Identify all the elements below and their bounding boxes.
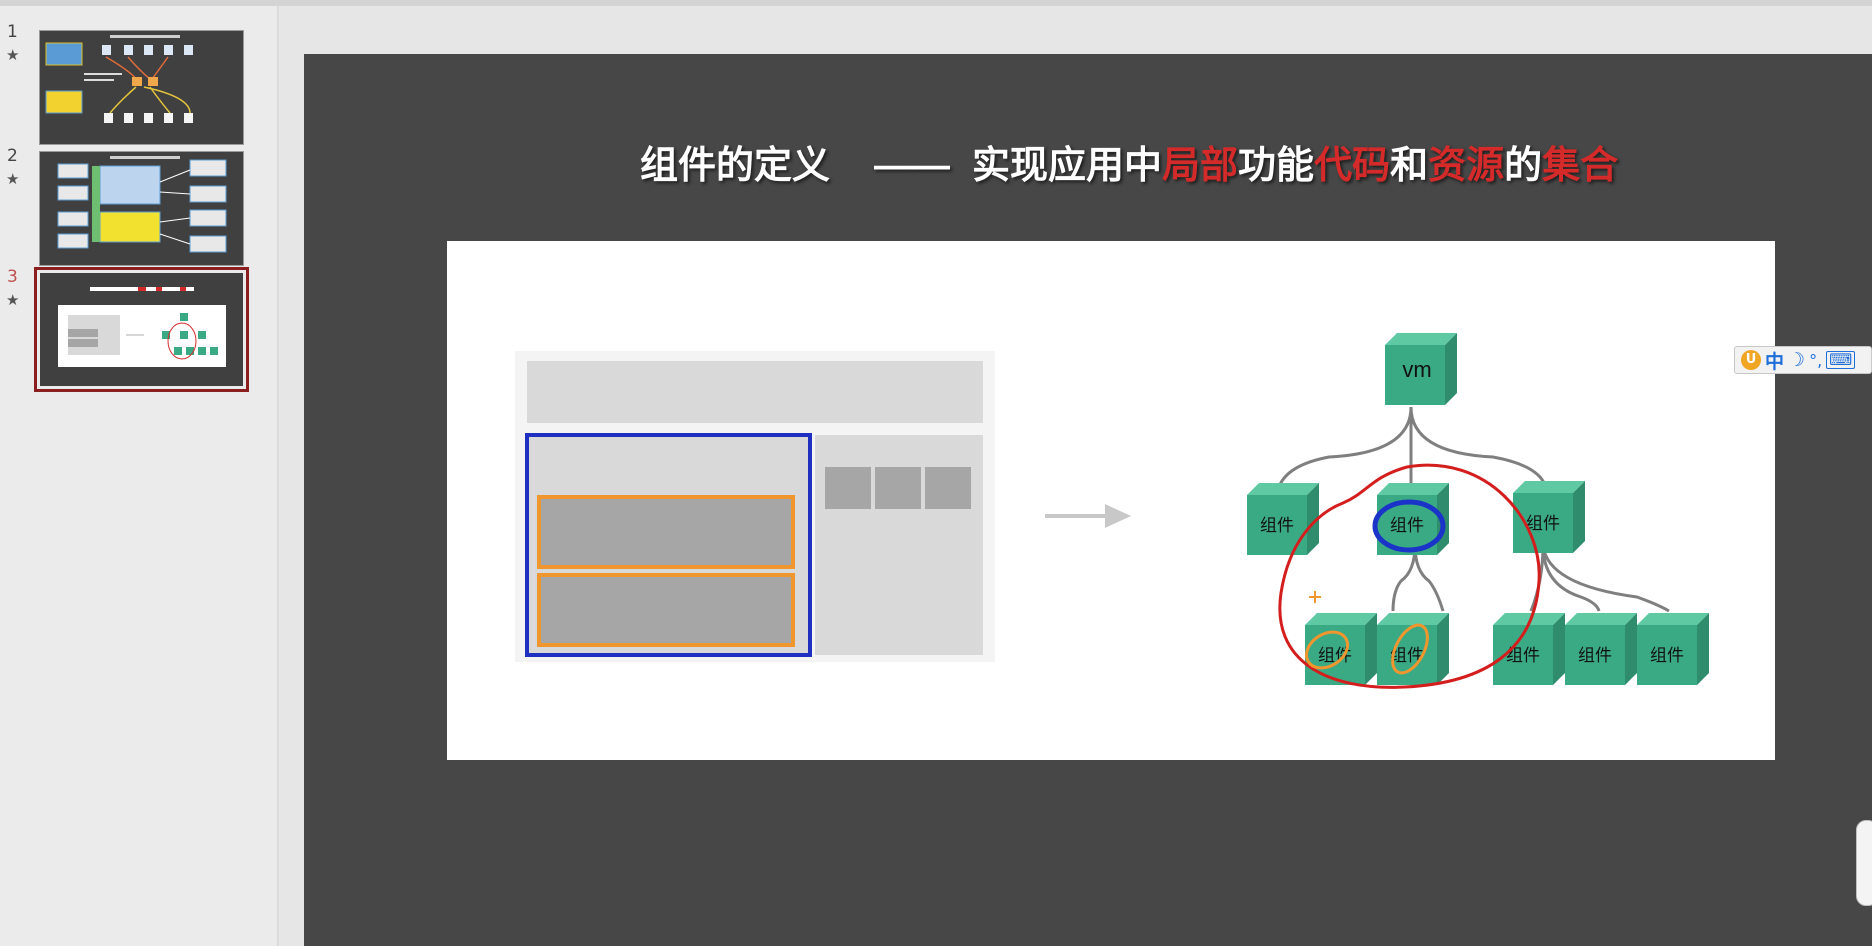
component-node: 组件 <box>1247 483 1319 555</box>
keyboard-icon[interactable]: ⌨ <box>1826 351 1856 369</box>
scroll-handle[interactable] <box>1856 820 1872 906</box>
moon-icon[interactable]: ☽ <box>1788 349 1805 371</box>
title-part: 功能 <box>1238 145 1315 187</box>
slide-number-3: 3 <box>7 267 18 287</box>
slide-number-2: 2 <box>7 146 18 166</box>
svg-text:组件: 组件 <box>1260 516 1294 536</box>
slide-title: 组件的定义 —— 实现应用中局部功能代码和资源的集合 <box>640 134 1640 194</box>
right-arrow-icon <box>1045 504 1131 528</box>
plus-mark-icon <box>1309 591 1321 603</box>
component-node: 组件 <box>1637 613 1709 685</box>
vm-root-node: vm <box>1385 333 1457 405</box>
title-part: 的 <box>1504 145 1543 187</box>
component-node: 组件 <box>1305 613 1377 685</box>
animation-star-icon: ★ <box>6 170 20 188</box>
animation-star-icon: ★ <box>6 46 20 64</box>
title-highlight: 集合 <box>1542 145 1619 187</box>
orange-outline-region <box>537 573 795 647</box>
title-highlight: 代码 <box>1314 145 1391 187</box>
svg-text:组件: 组件 <box>1650 646 1684 666</box>
title-part: 和 <box>1390 145 1429 187</box>
orange-outline-region <box>537 495 795 569</box>
svg-text:组件: 组件 <box>1526 514 1560 534</box>
component-node: 组件 <box>1565 613 1637 685</box>
slide-thumbnail-3[interactable] <box>34 267 249 392</box>
component-node: 组件 <box>1513 481 1585 553</box>
title-highlight: 局部 <box>1162 145 1239 187</box>
page-layout-mockup <box>515 351 995 662</box>
svg-text:组件: 组件 <box>1390 516 1424 536</box>
ime-language-toggle[interactable]: 中 <box>1765 347 1784 374</box>
punctuation-toggle[interactable]: °, <box>1809 351 1822 370</box>
slide-thumbnail-2[interactable] <box>39 151 244 266</box>
svg-text:vm: vm <box>1402 357 1431 382</box>
ime-logo-icon[interactable]: U <box>1741 350 1761 370</box>
title-dash: —— <box>874 145 951 187</box>
slide-number-1: 1 <box>7 22 18 42</box>
slide-thumbnail-pane[interactable]: 1 ★ 2 ★ 3 ★ <box>0 6 279 946</box>
ime-toolbar[interactable]: U 中 ☽ °, ⌨ <box>1734 346 1872 374</box>
component-diagram-image: vm 组件 组件 组件 组件 组件 组件 组件 组件 <box>447 241 1775 760</box>
component-node: 组件 <box>1377 613 1449 685</box>
title-part: 实现应用中 <box>972 145 1163 187</box>
component-diagram: vm 组件 组件 组件 组件 组件 组件 组件 组件 <box>515 333 1709 689</box>
slide-thumbnail-1[interactable] <box>39 30 244 145</box>
title-highlight: 资源 <box>1428 145 1505 187</box>
current-slide[interactable]: 组件的定义 —— 实现应用中局部功能代码和资源的集合 vm 组件 组件 组件 组… <box>304 54 1872 946</box>
animation-star-icon: ★ <box>6 291 20 309</box>
svg-text:组件: 组件 <box>1578 646 1612 666</box>
title-part: 组件的定义 <box>640 145 831 187</box>
